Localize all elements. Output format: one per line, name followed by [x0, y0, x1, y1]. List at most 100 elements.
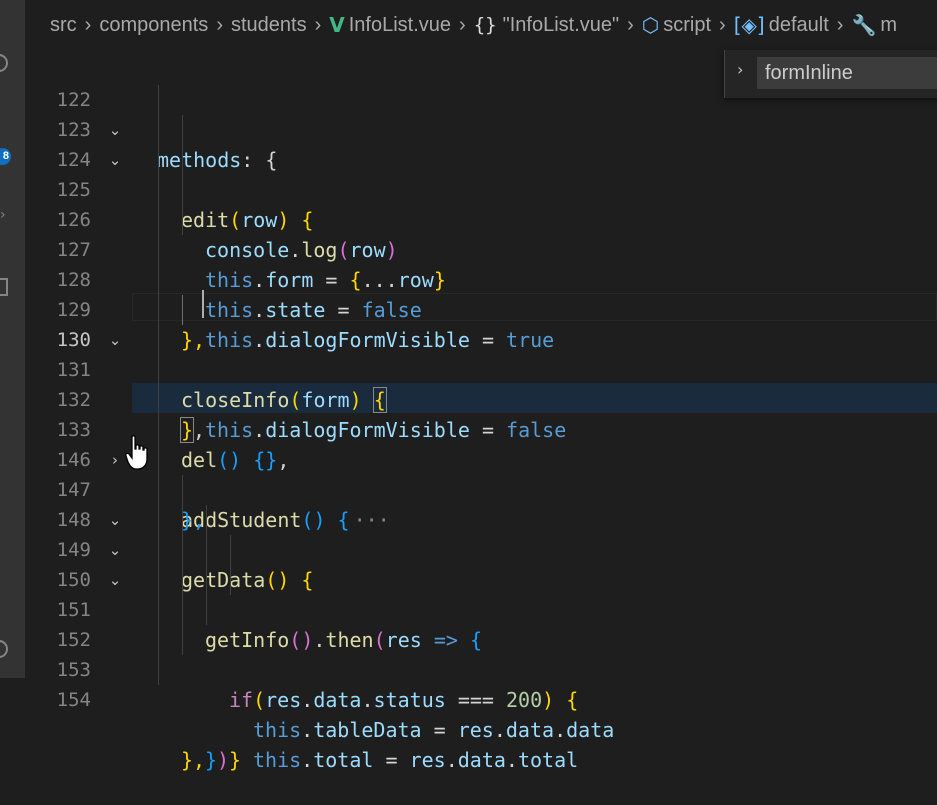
- variable-icon: [◈]: [733, 13, 765, 37]
- indent-guide: [182, 145, 183, 175]
- indent-guide: [158, 505, 159, 535]
- account-icon[interactable]: [0, 640, 8, 658]
- token: {: [566, 688, 579, 712]
- code-line: 129 ⌄ closeInfo(form) {: [25, 265, 937, 413]
- indent-guide-active: [182, 295, 183, 325]
- breadcrumb-item-components[interactable]: components: [99, 14, 208, 37]
- token: .: [493, 718, 506, 742]
- token: this: [253, 718, 302, 742]
- indent-guide: [158, 145, 159, 175]
- breadcrumb-item-methods[interactable]: m: [880, 14, 897, 37]
- token: .: [445, 748, 458, 772]
- breadcrumb-item-script[interactable]: script: [663, 14, 711, 37]
- code-line: 152 }: [25, 595, 937, 772]
- code-line: 149 ⌄ if(res.data.status === 200) {: [25, 505, 937, 712]
- token: res: [265, 688, 302, 712]
- indent-guide: [182, 595, 183, 625]
- code-line: 125 this.form = {...row}: [25, 145, 937, 292]
- token: (: [253, 688, 266, 712]
- code-line: 124 console.log(row): [25, 115, 937, 262]
- indent-guide: [182, 535, 183, 565]
- indent-guide: [158, 265, 159, 295]
- code-line: 150 this.tableData = res.data.data: [25, 535, 937, 742]
- indent-guide: [158, 535, 159, 565]
- breadcrumb-item-file[interactable]: InfoList.vue: [349, 14, 451, 37]
- indent-guide: [230, 565, 231, 595]
- token: ===: [445, 688, 506, 712]
- indent-guide: [206, 535, 207, 565]
- indent-guide: [158, 445, 159, 475]
- indent-guide: [182, 475, 183, 505]
- indent-guide: [182, 175, 183, 205]
- token: }: [229, 748, 242, 772]
- token: },: [181, 748, 206, 772]
- token: .: [554, 718, 567, 742]
- token: data: [505, 718, 555, 742]
- indent-guide: [230, 535, 231, 565]
- token: ): [217, 748, 230, 772]
- chevron-right-icon: ›: [719, 13, 726, 36]
- search-icon[interactable]: [0, 54, 8, 72]
- code-line: 153 }): [25, 625, 937, 772]
- token: }: [205, 748, 218, 772]
- source-control-badge: 8: [0, 148, 11, 165]
- indent-guide: [206, 595, 207, 625]
- code-line: 147 ⌄ getData() {: [25, 445, 937, 592]
- indent-guide: [158, 565, 159, 595]
- breadcrumb: src › components › students › V InfoList…: [25, 0, 937, 50]
- token: status: [373, 688, 446, 712]
- indent-guide: [158, 205, 159, 235]
- toggle-replace-chevron-icon[interactable]: ›: [737, 60, 743, 79]
- indent-guide: [158, 325, 159, 355]
- indent-guide: [182, 625, 183, 655]
- indent-guide: [158, 85, 159, 115]
- chevron-right-icon: ›: [459, 13, 466, 36]
- chevron-right-icon: ›: [84, 13, 92, 36]
- breadcrumb-item-default[interactable]: default: [769, 14, 829, 37]
- wrench-icon: 🔧: [851, 13, 877, 37]
- indent-guide: [182, 115, 183, 145]
- breadcrumb-item-src[interactable]: src: [50, 14, 77, 37]
- vue-file-icon: V: [329, 13, 345, 37]
- cube-icon: ⬡: [641, 13, 660, 37]
- find-input[interactable]: [757, 57, 937, 89]
- indent-guide: [206, 505, 207, 535]
- token: data: [566, 718, 615, 742]
- breadcrumb-item-module[interactable]: "InfoList.vue": [503, 14, 619, 37]
- line-number: 154: [56, 689, 91, 711]
- token: total: [313, 748, 374, 772]
- token: if: [229, 688, 254, 712]
- token: 200: [506, 688, 543, 712]
- token: =: [421, 718, 458, 742]
- indent-guide: [206, 565, 207, 595]
- chevron-right-icon: ›: [314, 13, 322, 36]
- module-braces-icon: {}: [473, 14, 497, 36]
- token: .: [301, 688, 314, 712]
- token: tableData: [313, 718, 422, 742]
- indent-guide: [158, 175, 159, 205]
- indent-guide: [158, 625, 159, 655]
- token: .: [301, 748, 314, 772]
- code-line: 133 › addStudent() {···: [25, 385, 937, 532]
- token: ): [542, 688, 567, 712]
- indent-guide: [158, 385, 159, 415]
- token: .: [301, 718, 314, 742]
- indent-guide: [158, 595, 159, 625]
- breadcrumb-item-students[interactable]: students: [231, 14, 307, 37]
- indent-guide: [158, 415, 159, 445]
- indent-guide: [182, 205, 183, 235]
- indent-guide: [158, 115, 159, 145]
- chevron-right-icon: ›: [627, 13, 634, 36]
- chevron-right-icon: ›: [836, 13, 844, 36]
- code-line-active: 130 this.dialogFormVisible = false: [25, 295, 937, 442]
- code-line: 146 },: [25, 415, 937, 532]
- token: res: [409, 748, 446, 772]
- run-debug-icon[interactable]: ›: [0, 207, 6, 223]
- token: this: [253, 748, 302, 772]
- indent-guide: [158, 355, 159, 385]
- extensions-icon[interactable]: [0, 278, 8, 296]
- indent-guide: [158, 235, 159, 265]
- chevron-right-icon: ›: [216, 13, 223, 36]
- code-editor[interactable]: 122 ⌄ methods: { 123 ⌄ edit(row) { 124 c…: [25, 50, 937, 772]
- token: total: [517, 748, 579, 772]
